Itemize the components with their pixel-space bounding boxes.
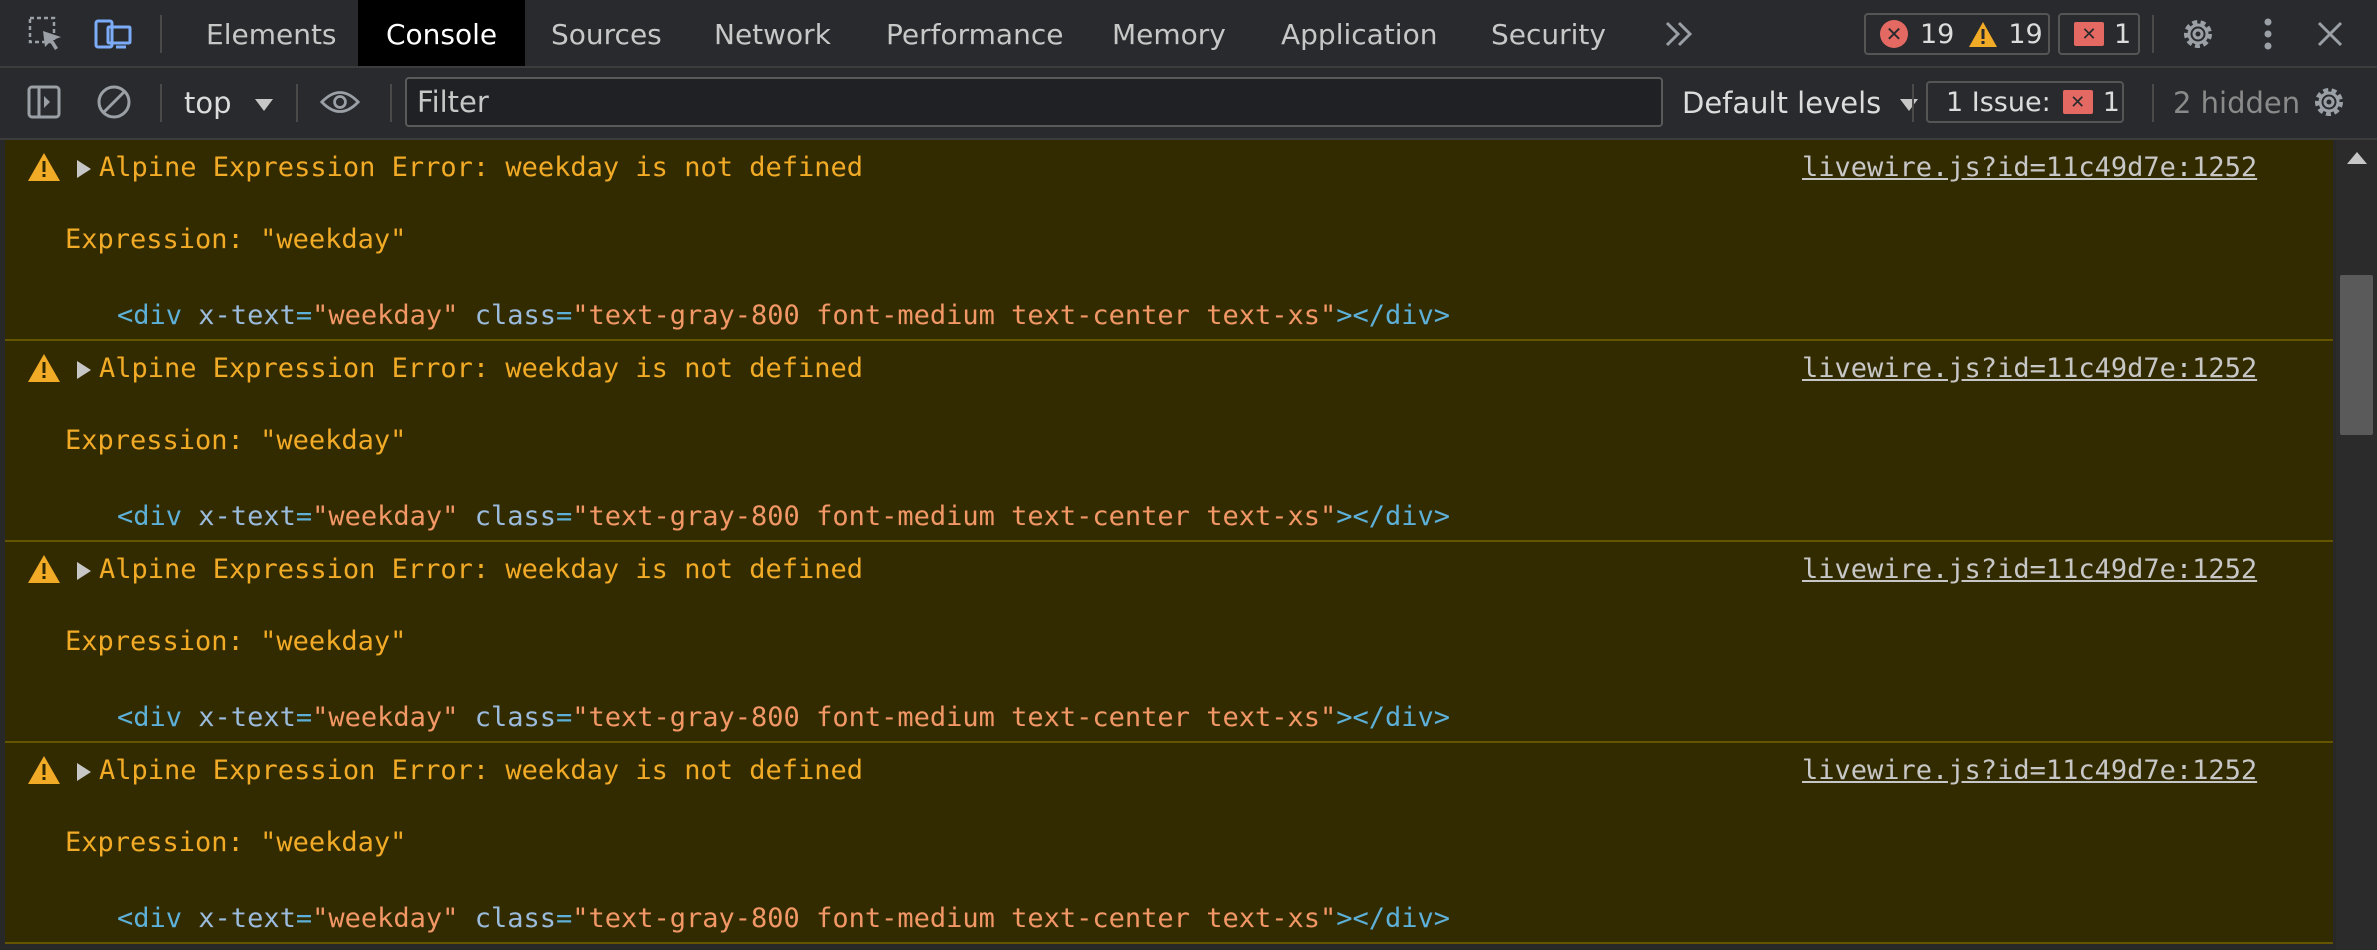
message-text: Alpine Expression Error: weekday is not … (99, 755, 864, 786)
chevron-down-icon (254, 99, 273, 111)
message-source-link[interactable]: livewire.js?id=11c49d7e:1252 (1802, 353, 2257, 384)
message-element-code[interactable]: <div x-text="weekday" class="text-gray-8… (117, 702, 1450, 733)
issues-button[interactable]: 1 Issue: ✕ 1 (1926, 81, 2124, 123)
close-icon[interactable] (2310, 14, 2350, 54)
scroll-thumb[interactable] (2340, 275, 2373, 435)
device-toolbar-icon[interactable] (94, 14, 134, 54)
console-warning-message[interactable]: Alpine Expression Error: weekday is not … (5, 140, 2333, 341)
console-warning-message[interactable]: Alpine Expression Error: weekday is not … (5, 542, 2333, 743)
error-icon: ✕ (1880, 20, 1908, 48)
toolbar-divider (2152, 15, 2154, 53)
message-source-link[interactable]: livewire.js?id=11c49d7e:1252 (1802, 755, 2257, 786)
console-warning-message[interactable]: Alpine Expression Error: weekday is not … (5, 341, 2333, 542)
tab-console[interactable]: Console (358, 0, 526, 66)
toolbar-divider (296, 84, 298, 122)
tab-performance[interactable]: Performance (858, 0, 1091, 66)
toolbar-divider (1912, 84, 1914, 122)
issue-flag-icon: ✕ (2074, 22, 2104, 46)
gear-icon[interactable] (2178, 14, 2218, 54)
hidden-count: 2 hidden (2173, 86, 2301, 120)
console-output: Alpine Expression Error: weekday is not … (0, 140, 2336, 950)
tab-sources[interactable]: Sources (523, 0, 690, 66)
message-element-code[interactable]: <div x-text="weekday" class="text-gray-8… (117, 501, 1450, 532)
levels-label: Default levels (1682, 86, 1882, 120)
devtools-tab-bar: Elements Console Sources Network Perform… (0, 0, 2377, 68)
message-text: Alpine Expression Error: weekday is not … (99, 152, 864, 183)
message-element-code[interactable]: <div x-text="weekday" class="text-gray-8… (117, 903, 1450, 934)
context-select[interactable]: top (184, 86, 273, 120)
expand-triangle-icon[interactable] (77, 763, 91, 781)
expand-triangle-icon[interactable] (77, 562, 91, 580)
issues-count: 1 (2102, 86, 2120, 118)
toolbar-divider (160, 15, 162, 53)
warning-icon (28, 354, 60, 382)
issues-label: 1 Issue: (1946, 86, 2051, 118)
gear-icon[interactable] (2309, 82, 2349, 122)
toolbar-divider (2152, 84, 2154, 122)
scroll-up-arrow-icon[interactable] (2347, 152, 2367, 164)
issue-count: 1 (2114, 18, 2132, 50)
tab-network[interactable]: Network (686, 0, 859, 66)
warning-icon (28, 153, 60, 181)
expand-triangle-icon[interactable] (77, 160, 91, 178)
message-expression: Expression: "weekday" (65, 626, 407, 657)
kebab-menu-icon[interactable] (2248, 14, 2288, 54)
tab-elements[interactable]: Elements (178, 0, 365, 66)
chevron-down-icon (1900, 99, 1919, 111)
message-expression: Expression: "weekday" (65, 827, 407, 858)
message-expression: Expression: "weekday" (65, 224, 407, 255)
error-warning-counter[interactable]: ✕ 19 19 (1864, 13, 2050, 55)
message-text: Alpine Expression Error: weekday is not … (99, 353, 864, 384)
log-levels-dropdown[interactable]: Default levels (1682, 86, 1919, 120)
toolbar-divider (390, 84, 392, 122)
message-source-link[interactable]: livewire.js?id=11c49d7e:1252 (1802, 152, 2257, 183)
warning-icon (28, 756, 60, 784)
message-expression: Expression: "weekday" (65, 425, 407, 456)
issue-flag-icon: ✕ (2062, 90, 2093, 114)
devtools-window: Elements Console Sources Network Perform… (0, 0, 2377, 950)
error-count: 19 (1920, 18, 1955, 50)
issues-counter[interactable]: ✕ 1 (2058, 13, 2140, 55)
warning-count: 19 (2008, 18, 2043, 50)
tab-application[interactable]: Application (1253, 0, 1465, 66)
message-text: Alpine Expression Error: weekday is not … (99, 554, 864, 585)
toolbar-divider (160, 84, 162, 122)
inspect-element-icon[interactable] (26, 14, 66, 54)
clear-console-icon[interactable] (94, 82, 134, 122)
console-toolbar: top Default levels 1 Issue: ✕ 1 2 hidden (0, 68, 2377, 140)
context-value: top (184, 86, 232, 120)
message-source-link[interactable]: livewire.js?id=11c49d7e:1252 (1802, 554, 2257, 585)
expand-triangle-icon[interactable] (77, 361, 91, 379)
console-scrollbar[interactable] (2336, 140, 2377, 950)
message-element-code[interactable]: <div x-text="weekday" class="text-gray-8… (117, 300, 1450, 331)
console-warning-message[interactable]: Alpine Expression Error: weekday is not … (5, 743, 2333, 944)
eye-icon[interactable] (320, 82, 360, 122)
warning-icon (28, 555, 60, 583)
sidebar-toggle-icon[interactable] (24, 82, 64, 122)
chevron-double-right-icon[interactable] (1660, 14, 1700, 54)
warning-icon (1968, 21, 1998, 48)
tab-memory[interactable]: Memory (1084, 0, 1254, 66)
tab-security[interactable]: Security (1463, 0, 1634, 66)
filter-input[interactable] (405, 77, 1663, 127)
